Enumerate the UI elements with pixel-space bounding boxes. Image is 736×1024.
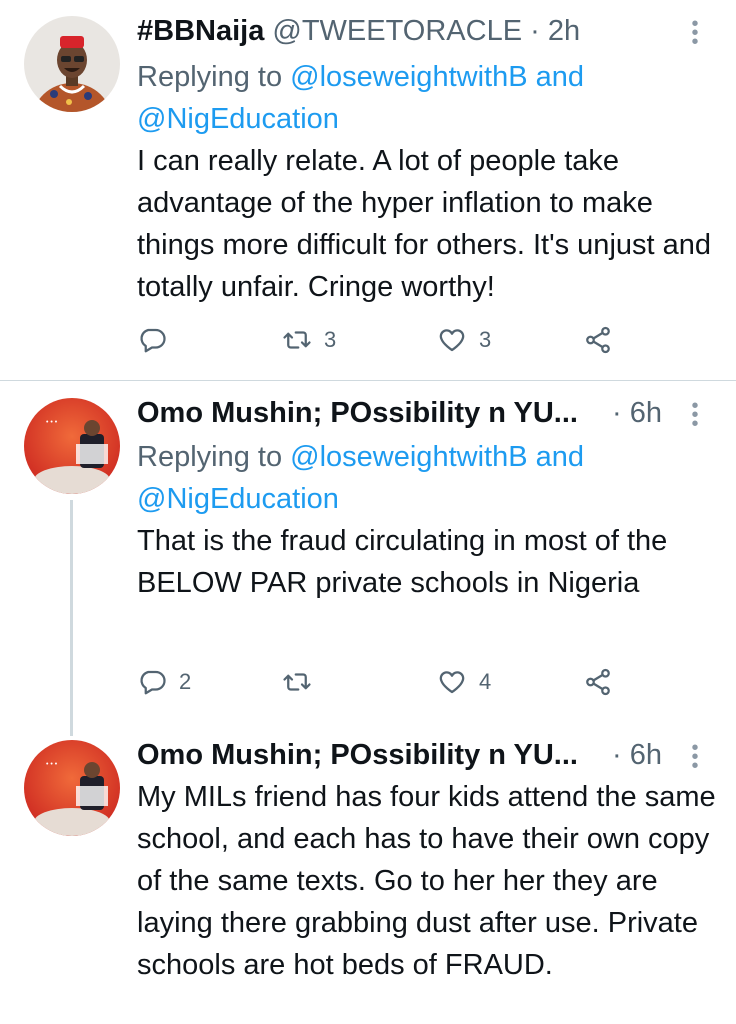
- retweet-count: 3: [324, 327, 337, 352]
- replying-to: Replying to @loseweightwithB and @NigEdu…: [137, 436, 716, 520]
- more-icon[interactable]: • • •: [690, 396, 700, 434]
- heart-icon: [439, 329, 465, 352]
- reply-and: and: [527, 61, 584, 93]
- like-button[interactable]: 3: [437, 325, 491, 355]
- handle-time: · 6h: [612, 739, 662, 771]
- tweet-text: That is the fraud circulating in most of…: [137, 525, 668, 599]
- share-button[interactable]: [583, 667, 613, 697]
- display-name[interactable]: #BBNaija: [137, 15, 264, 47]
- replying-prefix: Replying to: [137, 61, 291, 93]
- reply-icon: [140, 328, 166, 353]
- more-icon[interactable]: • • •: [690, 738, 700, 776]
- retweet-icon: [283, 331, 311, 349]
- reply-count: 2: [179, 669, 192, 694]
- tweet-header: Omo Mushin; POssibility n YU... · 6h • • •: [137, 394, 716, 434]
- tweet-header: #BBNaija @TWEETORACLE · 2h • • •: [137, 12, 716, 52]
- handle-time: @TWEETORACLE · 2h: [272, 15, 581, 47]
- replying-prefix: Replying to: [137, 441, 291, 473]
- tweet-text: I can really relate. A lot of people tak…: [137, 145, 712, 303]
- mention-link[interactable]: @loseweightwithB: [290, 61, 527, 93]
- mention-link[interactable]: @NigEducation: [137, 483, 339, 515]
- retweet-icon: [283, 673, 311, 691]
- heart-icon: [439, 671, 465, 694]
- svg-text:• • •: • • •: [46, 761, 58, 768]
- svg-text:• • •: • • •: [46, 419, 58, 426]
- like-button[interactable]: 4: [437, 667, 491, 697]
- avatar[interactable]: [24, 16, 120, 112]
- tweet-actions: 2 4: [137, 667, 637, 707]
- mention-link[interactable]: @loseweightwithB: [290, 441, 527, 473]
- display-name[interactable]: Omo Mushin; POssibility n YU...: [137, 739, 578, 771]
- share-button[interactable]: [583, 325, 613, 355]
- share-icon: [586, 326, 610, 354]
- more-icon[interactable]: • • •: [690, 14, 700, 52]
- retweet-button[interactable]: [282, 667, 324, 697]
- handle-time: · 6h: [612, 397, 662, 429]
- tweet-actions: 3 3: [137, 325, 637, 365]
- divider: [0, 380, 736, 381]
- avatar[interactable]: • • •: [24, 740, 120, 836]
- like-count: 3: [479, 327, 492, 352]
- share-icon: [586, 668, 610, 696]
- reply-icon: [140, 670, 166, 695]
- display-name[interactable]: Omo Mushin; POssibility n YU...: [137, 397, 578, 429]
- retweet-button[interactable]: 3: [282, 325, 336, 355]
- thread-line: [70, 500, 73, 736]
- avatar[interactable]: • • •: [24, 398, 120, 494]
- reply-and: and: [527, 441, 584, 473]
- reply-button[interactable]: 2: [137, 667, 191, 697]
- like-count: 4: [479, 669, 492, 694]
- replying-to: Replying to @loseweightwithB and @NigEdu…: [137, 56, 716, 140]
- reply-button[interactable]: [137, 325, 179, 355]
- mention-link[interactable]: @NigEducation: [137, 103, 339, 135]
- tweet-header: Omo Mushin; POssibility n YU... · 6h • • •: [137, 736, 716, 776]
- tweet-text: My MILs friend has four kids attend the …: [137, 781, 716, 981]
